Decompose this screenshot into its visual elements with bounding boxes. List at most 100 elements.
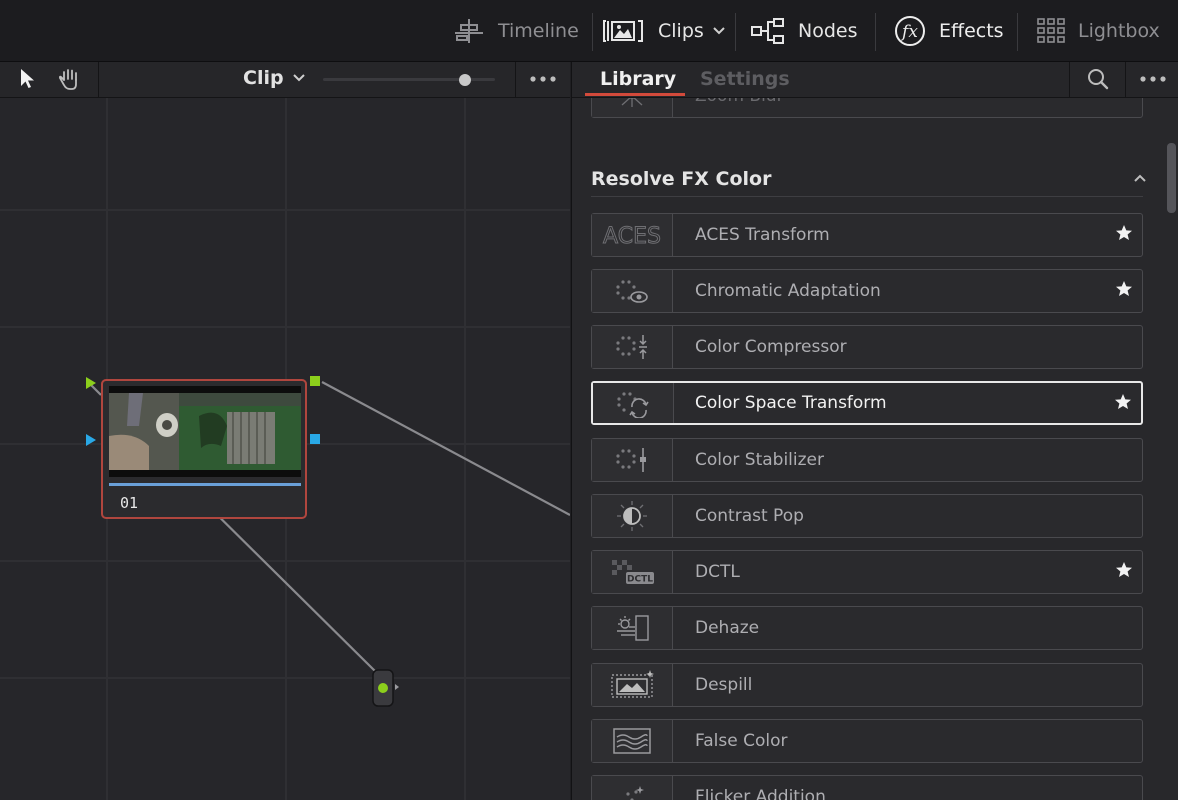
effects-list: Zoom Blur Resolve FX Color ACES ACES Tra… bbox=[572, 98, 1164, 800]
dctl-icon: DCTL bbox=[592, 551, 673, 593]
output-port-icon bbox=[378, 683, 388, 693]
clips-label: Clips bbox=[658, 19, 704, 42]
effect-item-color-space-transform[interactable]: Color Space Transform bbox=[591, 381, 1143, 425]
false-color-icon bbox=[592, 720, 673, 762]
effect-name: ACES Transform bbox=[695, 225, 830, 245]
zoom-slider-handle[interactable] bbox=[459, 74, 471, 86]
search-icon[interactable] bbox=[1086, 67, 1110, 91]
node-editor-toolbar: Clip bbox=[0, 62, 570, 98]
favorite-star-icon[interactable] bbox=[1114, 223, 1134, 243]
effect-item-false-color[interactable]: False Color bbox=[591, 719, 1143, 763]
corrector-node-01[interactable]: 01 bbox=[101, 379, 307, 519]
timeline-icon bbox=[455, 18, 483, 43]
node-cache-bar bbox=[109, 483, 301, 486]
favorite-star-icon[interactable] bbox=[1113, 392, 1133, 412]
lightbox-grid-icon bbox=[1037, 17, 1065, 43]
node-connection bbox=[321, 381, 570, 516]
fx-icon: fx bbox=[895, 15, 925, 46]
effect-name: False Color bbox=[695, 731, 788, 751]
svg-text:fx: fx bbox=[900, 22, 918, 42]
timeline-button[interactable]: Timeline bbox=[452, 0, 579, 61]
nodes-button[interactable]: Nodes bbox=[750, 0, 858, 61]
toolbar-divider bbox=[515, 62, 516, 97]
effect-item-color-stabilizer[interactable]: Color Stabilizer bbox=[591, 438, 1143, 482]
effect-item-aces-transform[interactable]: ACES ACES Transform bbox=[591, 213, 1143, 257]
aces-icon: ACES bbox=[592, 214, 673, 256]
section-title: Resolve FX Color bbox=[591, 168, 772, 190]
color-compressor-icon bbox=[592, 326, 673, 368]
effect-item-dctl[interactable]: DCTL DCTL bbox=[591, 550, 1143, 594]
node-thumbnail bbox=[109, 386, 301, 477]
svg-text:DCTL: DCTL bbox=[627, 575, 653, 585]
zoom-slider[interactable] bbox=[323, 74, 495, 86]
effects-button[interactable]: fx Effects bbox=[893, 0, 1004, 61]
lightbox-label: Lightbox bbox=[1078, 19, 1160, 42]
pointer-tool-icon[interactable] bbox=[18, 67, 38, 91]
chevron-up-icon[interactable] bbox=[1132, 170, 1148, 186]
favorite-star-icon[interactable] bbox=[1114, 560, 1134, 580]
effect-item-contrast-pop[interactable]: Contrast Pop bbox=[591, 494, 1143, 538]
effect-name: Color Stabilizer bbox=[695, 450, 824, 470]
color-stabilizer-icon bbox=[592, 439, 673, 481]
active-tab-indicator bbox=[585, 93, 685, 96]
favorite-star-icon[interactable] bbox=[1114, 279, 1134, 299]
color-space-transform-icon bbox=[593, 383, 674, 423]
node-editor: Clip 01 bbox=[0, 62, 570, 800]
despill-icon bbox=[592, 664, 673, 706]
scrollbar-thumb[interactable] bbox=[1167, 143, 1176, 213]
chromatic-adaptation-icon bbox=[592, 270, 673, 312]
clip-mode-label: Clip bbox=[243, 67, 284, 89]
effect-name: Dehaze bbox=[695, 618, 760, 638]
effects-panel-header: Library Settings bbox=[572, 62, 1178, 98]
toolbar-divider bbox=[1017, 13, 1018, 51]
lightbox-button[interactable]: Lightbox bbox=[1036, 0, 1160, 61]
effect-name: Color Space Transform bbox=[695, 393, 887, 413]
alpha-output-port-icon bbox=[310, 434, 320, 444]
toolbar-divider bbox=[592, 13, 593, 51]
hand-tool-icon[interactable] bbox=[57, 66, 83, 92]
effect-name: DCTL bbox=[695, 562, 740, 582]
flicker-addition-icon bbox=[592, 776, 673, 800]
effect-item-chromatic-adaptation[interactable]: Chromatic Adaptation bbox=[591, 269, 1143, 313]
toolbar-divider bbox=[1069, 62, 1070, 97]
clips-button[interactable]: Clips bbox=[602, 0, 726, 61]
nodes-label: Nodes bbox=[798, 19, 858, 42]
effect-item-dehaze[interactable]: Dehaze bbox=[591, 606, 1143, 650]
effect-name: Contrast Pop bbox=[695, 506, 804, 526]
node-graph-canvas[interactable]: 01 bbox=[0, 98, 570, 800]
effect-name: Color Compressor bbox=[695, 337, 847, 357]
contrast-pop-icon bbox=[592, 495, 673, 537]
tab-settings[interactable]: Settings bbox=[700, 68, 790, 90]
toolbar-divider bbox=[1125, 62, 1126, 97]
dehaze-icon bbox=[592, 607, 673, 649]
clip-mode-dropdown[interactable]: Clip bbox=[243, 67, 306, 89]
more-options-icon[interactable] bbox=[1138, 74, 1168, 84]
effect-item-color-compressor[interactable]: Color Compressor bbox=[591, 325, 1143, 369]
chevron-down-icon bbox=[713, 26, 725, 34]
effect-item-zoom-blur[interactable]: Zoom Blur bbox=[591, 98, 1143, 118]
effect-item-flicker-addition[interactable]: Flicker Addition bbox=[591, 775, 1143, 800]
tab-library[interactable]: Library bbox=[600, 68, 676, 90]
svg-text:ACES: ACES bbox=[603, 224, 661, 249]
more-options-icon[interactable] bbox=[528, 74, 558, 84]
node-label: 01 bbox=[120, 494, 139, 512]
top-toolbar: Timeline Clips Nodes fx Effects Lightbox bbox=[0, 0, 1178, 62]
effects-label: Effects bbox=[939, 19, 1004, 42]
chevron-down-icon bbox=[292, 74, 305, 82]
effect-name: Despill bbox=[695, 675, 753, 695]
effects-list-scrollbar[interactable] bbox=[1164, 98, 1178, 800]
toolbar-divider bbox=[735, 13, 736, 51]
effects-library-panel: Library Settings Zoom Blur Resolve FX Co… bbox=[571, 62, 1178, 800]
rgb-output-port-icon bbox=[310, 376, 320, 386]
toolbar-divider bbox=[98, 62, 99, 97]
nodes-icon bbox=[751, 17, 784, 44]
zoom-blur-icon bbox=[592, 98, 673, 117]
effect-name: Zoom Blur bbox=[695, 98, 784, 106]
toolbar-divider bbox=[875, 13, 876, 51]
effect-item-despill[interactable]: Despill bbox=[591, 663, 1143, 707]
clips-icon bbox=[603, 19, 643, 42]
effect-name: Flicker Addition bbox=[695, 787, 826, 800]
effect-name: Chromatic Adaptation bbox=[695, 281, 881, 301]
timeline-label: Timeline bbox=[498, 19, 579, 42]
section-divider bbox=[591, 196, 1143, 197]
